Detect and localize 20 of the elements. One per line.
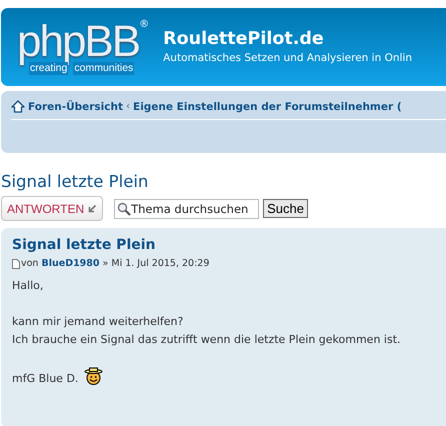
post-text: mfG Blue D. [12,371,78,387]
post-byline: von BlueD1980 » Mi 1. Jul 2015, 20:29 [21,258,210,269]
site-description: Automatisches Setzen und Analysieren in Onlin [163,51,412,66]
search-icon [117,202,132,216]
site-title[interactable]: RoulettePilot.de [163,28,412,50]
author-link[interactable]: BlueD1980 [41,258,100,269]
post-icon[interactable] [12,258,20,268]
post-text: kann mir jemand weiterhelfen? Ich brauche ein Signal das zutrifft wenn die letzte Plein gekommen ist. [12,315,401,346]
reply-button[interactable]: ANTWORTEN [1,196,104,221]
breadcrumb-link[interactable]: Eigene Einstellungen der Forumsteilnehmer ( [133,100,402,112]
search-button[interactable]: Suche [263,199,308,218]
post-text: Hallo, [12,279,44,292]
topic-title[interactable]: Signal letzte Plein [1,171,446,193]
arrow-icon [87,204,98,214]
breadcrumb-link[interactable]: Foren-Übersicht [11,100,124,113]
post-title[interactable]: Signal letzte Plein [12,235,446,255]
home-icon[interactable] [11,100,25,113]
logo[interactable]: phpBB® creating communities [17,18,150,76]
search-field[interactable]: Thema durchsuchen [114,198,260,218]
breadcrumb-separator: ‹ [126,101,130,112]
